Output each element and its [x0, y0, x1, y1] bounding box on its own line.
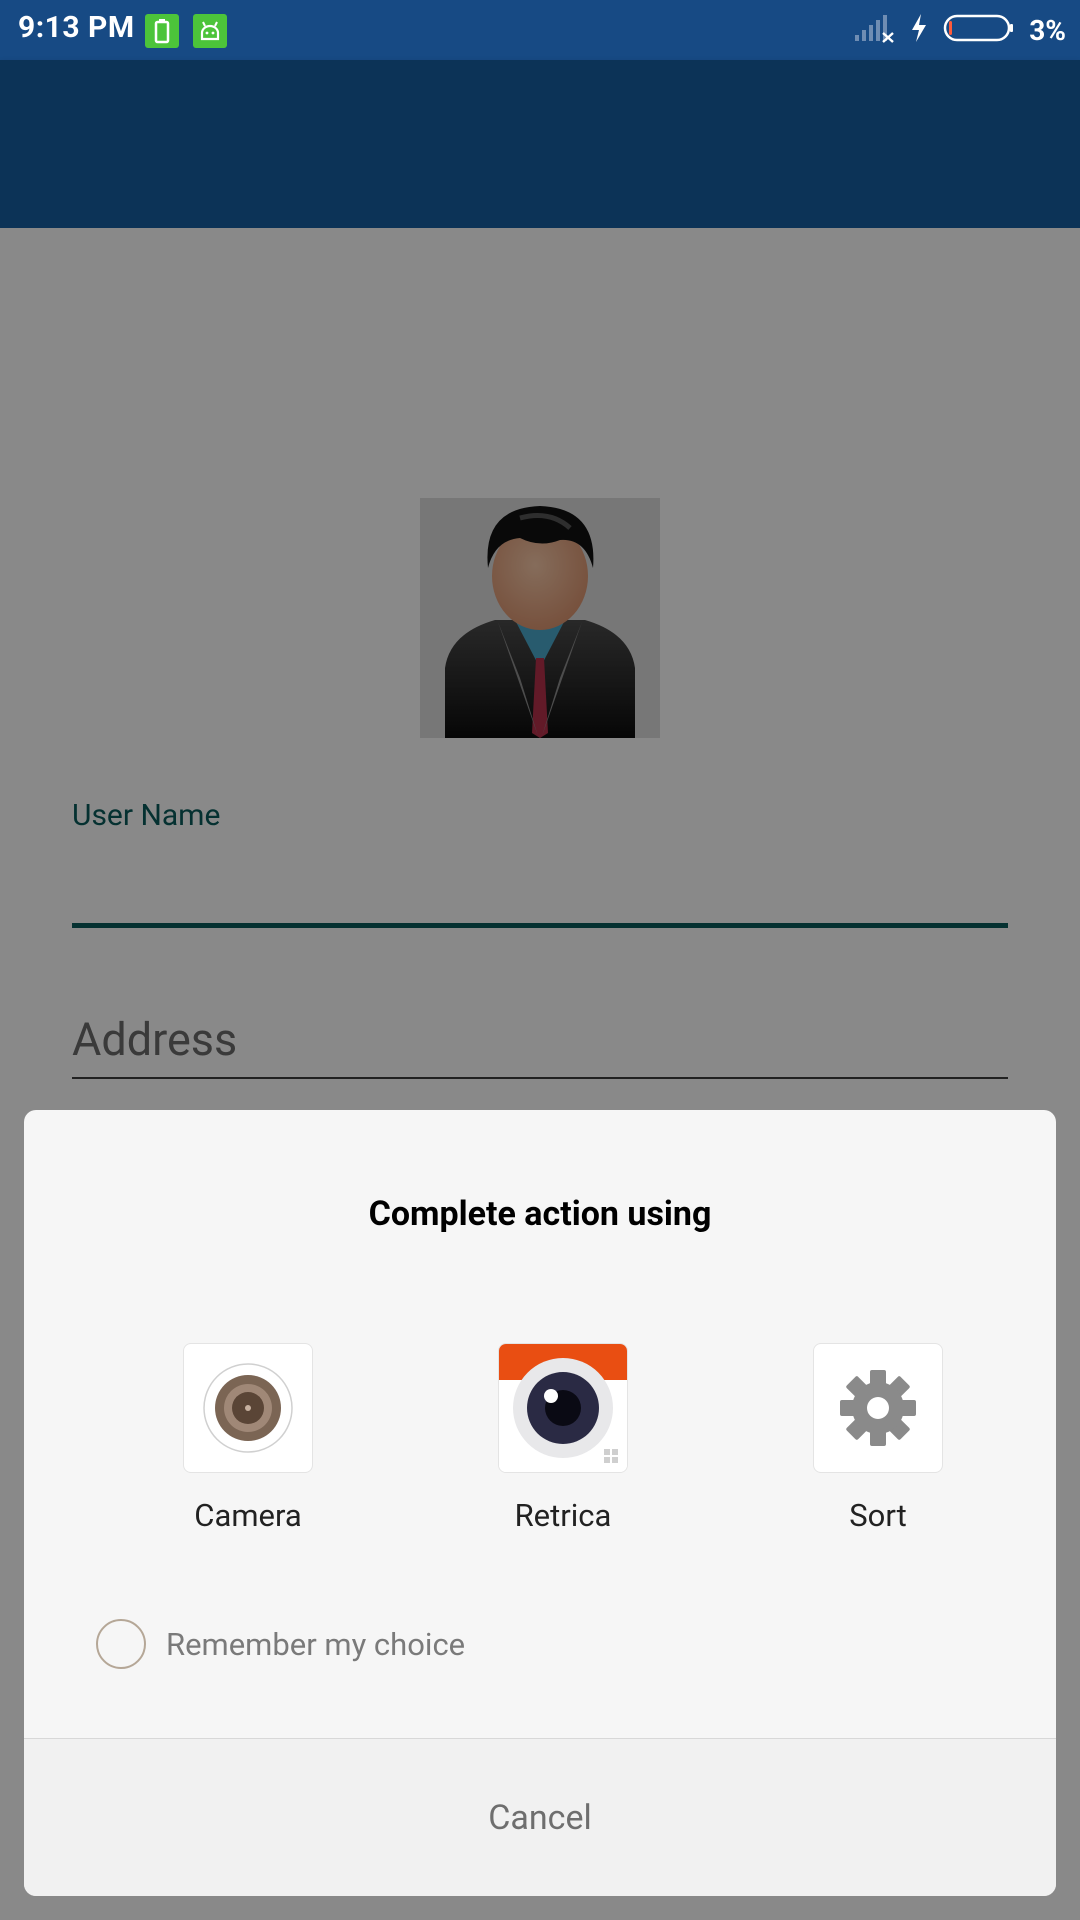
chooser-dialog: Complete action using Camera Retrica Sor…: [24, 1110, 1056, 1896]
android-debug-icon: [193, 14, 227, 48]
app-label-sort: Sort: [849, 1497, 907, 1534]
charging-bolt-icon: [909, 13, 929, 47]
cancel-button[interactable]: Cancel: [24, 1739, 1056, 1896]
remember-choice-radio[interactable]: [96, 1619, 146, 1669]
battery-saver-icon: [145, 14, 179, 48]
cancel-label: Cancel: [488, 1797, 592, 1838]
app-label-camera: Camera: [194, 1497, 302, 1534]
gear-icon: [813, 1343, 943, 1473]
signal-off-icon: [853, 13, 895, 47]
status-bar: 9:13 PM 3%: [0, 0, 1080, 60]
app-label-retrica: Retrica: [514, 1497, 612, 1534]
app-option-camera[interactable]: Camera: [118, 1343, 378, 1534]
app-option-sort[interactable]: Sort: [748, 1343, 1008, 1534]
remember-choice-label: Remember my choice: [166, 1625, 466, 1663]
retrica-eye-icon: [498, 1343, 628, 1473]
remember-choice-row[interactable]: Remember my choice: [96, 1616, 465, 1672]
battery-icon: [943, 13, 1015, 47]
battery-percent: 3%: [1029, 13, 1066, 47]
status-time: 9:13 PM: [18, 10, 135, 45]
camera-lens-icon: [183, 1343, 313, 1473]
dialog-title: Complete action using: [368, 1194, 712, 1234]
app-option-retrica[interactable]: Retrica: [433, 1343, 693, 1534]
